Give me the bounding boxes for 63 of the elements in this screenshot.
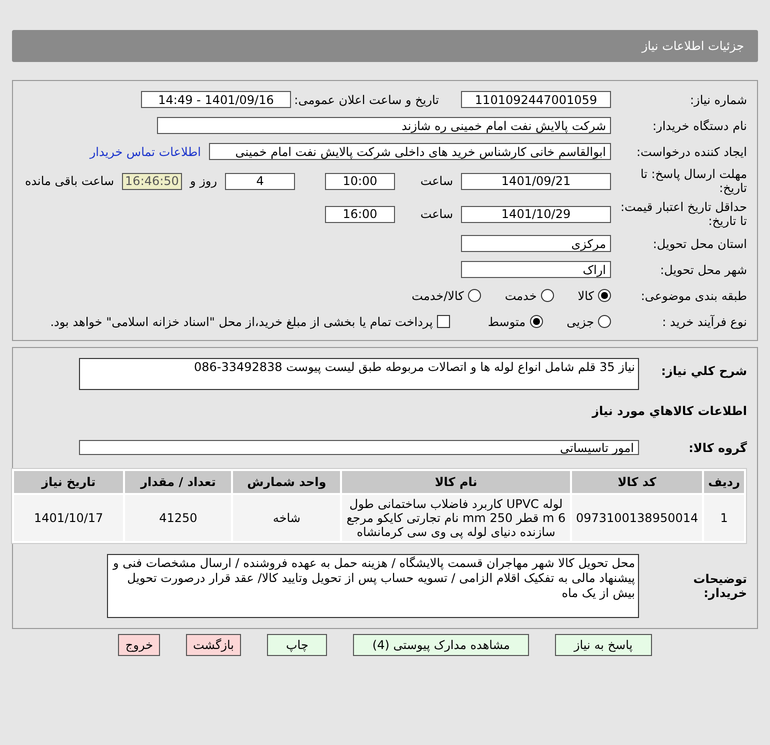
field-label: نام دستگاه خریدار: — [652, 118, 747, 132]
radio-button[interactable] — [598, 315, 611, 328]
text-field[interactable]: 1401/09/16 - 14:49 — [141, 91, 291, 108]
text-field[interactable]: 16:00 — [325, 206, 395, 222]
field-label: طبقه بندی موضوعی: — [640, 288, 747, 302]
table-cell: 0973100138950014 — [572, 495, 702, 541]
field-label: شماره نیاز: — [689, 92, 747, 106]
text-field[interactable]: 1401/10/29 — [461, 206, 611, 222]
remaining-time-field: 16:46:50 — [122, 172, 182, 190]
field-label: روز و — [190, 174, 217, 188]
field-label: ساعت — [419, 207, 453, 221]
checkbox[interactable] — [436, 315, 450, 328]
text-field[interactable]: مرکزی — [461, 235, 611, 252]
radio-label: کالا/خدمت — [412, 288, 464, 302]
text-field[interactable]: ابوالقاسم خانی کارشناس خرید های داخلی شرکت پالایش نفت امام خمینی — [209, 143, 611, 160]
field-label: شرح کلي نياز: — [660, 364, 747, 378]
description-box: نیاز 35 قلم شامل انواع لوله ها و اتصالات مربوطه طبق لیست پیوست 33492838-086 — [79, 358, 639, 390]
column-header: نام کالا — [342, 471, 570, 493]
text-field[interactable]: 4 — [225, 172, 295, 190]
column-header: واحد شمارش — [233, 471, 340, 493]
text-field[interactable]: 1401/09/21 — [461, 172, 611, 190]
column-header: کد کالا — [572, 471, 702, 493]
field-label: نوع فرآیند خرید : — [661, 314, 747, 328]
table-cell: لوله UPVC کاربرد فاضلاب ساختمانی طول 6 m قطر 250 mm نام تجارتی کایکو مرجع سازنده دنیای لوله پی وی سی کرمانشاه — [342, 495, 570, 541]
radio-label: جزیی — [566, 314, 594, 328]
text-field[interactable]: اراک — [461, 261, 611, 278]
field-label: مهلت ارسال پاسخ: تا تاریخ: — [639, 167, 747, 195]
checkbox-label: پرداخت تمام یا بخشی از مبلغ خرید،از محل "اسناد خزانه اسلامی" خواهد بود. — [50, 314, 433, 328]
radio-button[interactable] — [530, 315, 543, 328]
text-field[interactable]: 1101092447001059 — [461, 91, 611, 108]
radio-button[interactable] — [540, 289, 554, 302]
radio-label: خدمت — [504, 288, 537, 302]
radio-label: متوسط — [488, 314, 526, 328]
column-header: تعداد / مقدار — [125, 471, 232, 493]
action-button[interactable]: خروج — [118, 634, 160, 656]
action-button[interactable]: پاسخ به نیاز — [554, 634, 652, 656]
field-label: ساعت — [419, 174, 453, 188]
table-cell: 41250 — [125, 495, 232, 541]
column-header: تاریخ نیاز — [14, 471, 124, 493]
column-header: ردیف — [704, 471, 744, 493]
notes-box: محل تحویل کالا شهر مهاجران قسمت پالایشگاه / هزینه حمل به عهده فروشنده / ارسال مشخصات فنی و پیشنهاد مالی به تفکیک اقلام الزامی / تسویه حساب پس از تحویل وتایید کالا/ عقد قرار درصورت تحویل بیش از یک ماه — [107, 554, 639, 618]
action-button[interactable]: مشاهده مدارک پیوستی (4) — [353, 634, 529, 656]
radio-label: کالا — [578, 288, 594, 302]
table-cell: شاخه — [233, 495, 340, 541]
table-cell: 1401/10/17 — [14, 495, 124, 541]
page-title: جزئیات اطلاعات نیاز — [642, 39, 744, 53]
field-label: توضیحات خریدار: — [692, 572, 747, 600]
field-label: شهر محل تحویل: — [659, 262, 747, 276]
contact-link[interactable]: اطلاعات تماس خریدار — [90, 144, 201, 158]
action-button[interactable]: چاپ — [267, 634, 328, 656]
table-cell: 1 — [704, 495, 744, 541]
field-label: استان محل تحویل: — [652, 236, 747, 250]
field-label: ایجاد کننده درخواست: — [635, 144, 747, 158]
goods-group-field[interactable]: امور تاسیساتی — [79, 440, 639, 455]
section-heading: اطلاعات کالاهاي مورد نياز — [592, 404, 747, 418]
text-field[interactable]: 10:00 — [325, 172, 395, 190]
field-label: ساعت باقی مانده — [24, 174, 114, 188]
radio-button[interactable] — [468, 289, 481, 302]
field-label: حداقل تاریخ اعتبار قیمت: تا تاریخ: — [619, 200, 747, 228]
text-field[interactable]: شرکت پالایش نفت امام خمینی ره شازند — [157, 117, 611, 134]
field-label: گروه کالا: — [688, 440, 747, 454]
radio-button[interactable] — [598, 289, 611, 302]
action-button[interactable]: بازگشت — [186, 634, 241, 656]
